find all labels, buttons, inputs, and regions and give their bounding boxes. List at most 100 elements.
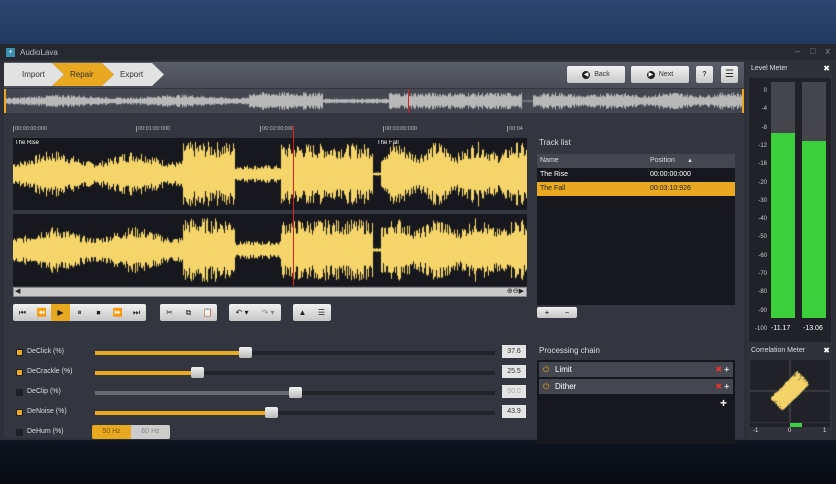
menu-button[interactable]: ☰ [721, 66, 738, 83]
processing-chain-list: ⏻ Limit ✖ + ⏻ Dither ✖ + + [537, 360, 735, 444]
copy-button[interactable]: ⧉ [179, 304, 198, 321]
meter-scale-label: -70 [758, 271, 767, 277]
paste-button[interactable]: 📋 [198, 304, 217, 321]
track-list-controls: + − [537, 307, 577, 318]
power-icon[interactable]: ⏻ [543, 379, 549, 394]
effect-label: DeNoise (%) [27, 408, 67, 415]
help-button[interactable]: ? [696, 66, 713, 83]
effect-label: DeCrackle (%) [27, 368, 73, 375]
effect-checkbox[interactable] [16, 389, 23, 396]
hum-option[interactable]: 50 Hz [92, 425, 131, 439]
remove-track-button[interactable]: − [557, 307, 577, 318]
pause-button[interactable]: ⏸ [70, 304, 89, 321]
main-panel: Import Repair Export ◀ Back ▶ Next ? ☰ 00:… [4, 62, 744, 444]
add-track-button[interactable]: + [537, 307, 557, 318]
effect-checkbox[interactable] [16, 409, 23, 416]
level-meter-title: Level Meter [751, 65, 788, 72]
processing-chain-title: Processing chain [539, 346, 600, 355]
meter-scale-label: -100 [754, 325, 767, 332]
add-processor-button[interactable]: + [720, 396, 727, 410]
effect-checkbox[interactable] [16, 369, 23, 376]
effect-value[interactable]: 37.6 [502, 345, 526, 358]
undo-button[interactable]: ↶ ▾ [229, 304, 255, 321]
transport-controls: ⏮ ⏪ ▶ ⏸ ⏹ ⏩ ⏭ [13, 304, 146, 321]
track-position: 00:03:10:926 [650, 185, 691, 192]
waveform-view-button[interactable]: ▲ [293, 304, 312, 321]
close-icon[interactable]: ✖ [823, 346, 830, 355]
waveform-right-channel[interactable] [13, 214, 527, 286]
scroll-left-icon[interactable]: ◀ [15, 287, 20, 295]
effect-label: DeClip (%) [27, 388, 61, 395]
overview-waveform[interactable] [4, 89, 744, 113]
fast-forward-button[interactable]: ⏩ [108, 304, 127, 321]
close-button[interactable]: x [826, 46, 831, 56]
meter-scale-label: -4 [761, 106, 767, 113]
meter-scale-label: -12 [758, 142, 767, 149]
cut-button[interactable]: ✂ [160, 304, 179, 321]
zoom-controls[interactable]: ⊕⊖▶ [507, 287, 524, 295]
next-button[interactable]: ▶ Next [631, 66, 689, 83]
ruler-tick: 00:03:00:000 [383, 126, 418, 132]
toolbar: Import Repair Export ◀ Back ▶ Next ? ☰ [4, 62, 744, 88]
waveform-left-channel[interactable]: The Rise The Fall [13, 138, 527, 210]
chain-item-dither[interactable]: ⏻ Dither ✖ + [539, 379, 733, 394]
table-row-selected[interactable]: The Fall 00:03:10:926 [537, 182, 735, 196]
track-label: The Rise [15, 140, 40, 146]
effect-slider[interactable] [95, 407, 495, 418]
view-controls: ▲ ☰ [293, 304, 331, 321]
effect-checkbox[interactable] [16, 349, 23, 356]
effect-row: DeCrackle (%) 25.5 [14, 365, 529, 379]
skip-start-button[interactable]: ⏮ [13, 304, 32, 321]
track-label: The Fall [377, 140, 399, 146]
column-position[interactable]: Position [650, 154, 675, 168]
edit-controls: ✂ ⧉ 📋 [160, 304, 217, 321]
effect-value[interactable]: 50.0 [502, 385, 526, 398]
next-icon: ▶ [646, 70, 655, 79]
power-icon[interactable]: ⏻ [543, 362, 549, 377]
slider-thumb[interactable] [289, 387, 302, 398]
time-ruler[interactable]: 00:00:00:000 00:01:00:000 00:02:00:000 0… [13, 126, 527, 138]
rewind-button[interactable]: ⏪ [32, 304, 51, 321]
playhead[interactable] [293, 126, 294, 286]
axis-label: 1 [823, 428, 827, 434]
effect-slider[interactable] [95, 347, 495, 358]
chain-item-limit[interactable]: ⏻ Limit ✖ + [539, 362, 733, 377]
meter-scale-label: -8 [761, 124, 767, 131]
play-button[interactable]: ▶ [51, 304, 70, 321]
app-window: + AudioLava – □ x Import Repair Export ◀ Ba… [0, 44, 836, 444]
remove-icon[interactable]: ✖ + [715, 379, 729, 394]
hum-option[interactable]: 60 Hz [131, 425, 170, 439]
track-name: The Rise [540, 171, 569, 178]
effect-slider[interactable] [95, 367, 495, 378]
minimize-button[interactable]: – [795, 46, 800, 56]
effect-slider[interactable] [95, 387, 495, 398]
ruler-tick: 00:00:00:000 [13, 126, 48, 132]
effect-value[interactable]: 43.9 [502, 405, 526, 418]
remove-icon[interactable]: ✖ + [715, 362, 729, 377]
meter-scale-label: -80 [758, 289, 767, 296]
back-button[interactable]: ◀ Back [567, 66, 625, 83]
maximize-button[interactable]: □ [810, 46, 815, 56]
effect-checkbox[interactable] [16, 429, 23, 436]
horizontal-scrollbar[interactable]: ◀ ⊕⊖▶ [13, 287, 527, 297]
effect-value[interactable]: 25.5 [502, 365, 526, 378]
next-label: Next [658, 71, 674, 78]
step-import[interactable]: Import [4, 63, 64, 86]
skip-end-button[interactable]: ⏭ [127, 304, 146, 321]
axis-label: 0 [788, 428, 792, 434]
redo-button[interactable]: ↷ ▾ [255, 304, 281, 321]
column-name[interactable]: Name [540, 154, 559, 168]
track-list-header: Name Position ▲ [537, 154, 735, 168]
slider-thumb[interactable] [239, 347, 253, 358]
effect-row: DeHum (%) 50 Hz 60 Hz [14, 425, 529, 439]
slider-thumb[interactable] [264, 407, 278, 418]
sort-ascending-icon: ▲ [687, 158, 693, 164]
correlation-meter-panel: Correlation Meter ✖ -1 0 1 [747, 344, 833, 438]
stop-button[interactable]: ⏹ [89, 304, 108, 321]
close-icon[interactable]: ✖ [823, 64, 830, 73]
right-level-value: -13.06 [803, 325, 823, 332]
slider-thumb[interactable] [191, 367, 204, 378]
app-icon: + [6, 47, 15, 57]
table-row[interactable]: The Rise 00:00:00:000 [537, 168, 735, 182]
list-view-button[interactable]: ☰ [312, 304, 331, 321]
